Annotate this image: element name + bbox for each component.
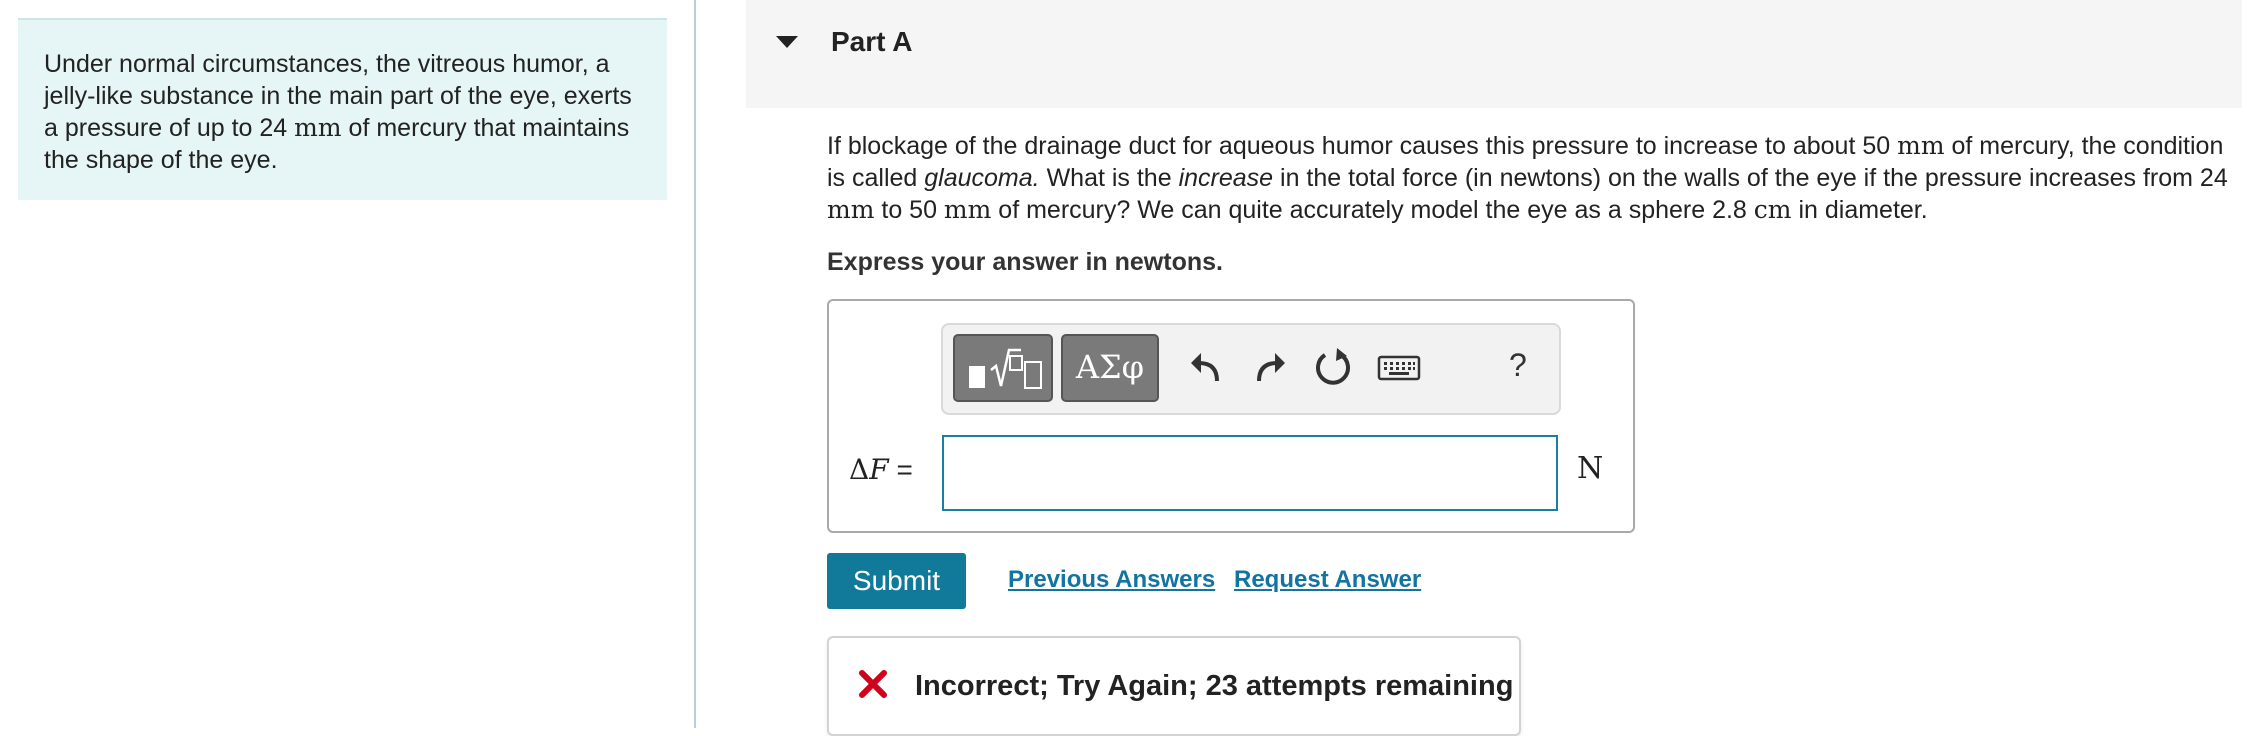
answer-box: ΑΣφ ? ΔF = N xyxy=(827,299,1635,533)
answer-input[interactable] xyxy=(942,435,1558,511)
math-toolbar: ΑΣφ ? xyxy=(941,323,1561,415)
templates-button[interactable] xyxy=(953,334,1053,402)
panel-divider xyxy=(694,0,696,728)
answer-unit: N xyxy=(1577,451,1604,486)
intro-unit: mm xyxy=(294,113,342,142)
reset-icon[interactable] xyxy=(1311,345,1355,389)
redo-icon[interactable] xyxy=(1247,345,1291,389)
feedback-box: Incorrect; Try Again; 23 attempts remain… xyxy=(827,636,1521,736)
question-text: If blockage of the drainage duct for aqu… xyxy=(827,131,2228,224)
keyboard-icon[interactable] xyxy=(1375,345,1423,389)
symbols-button[interactable]: ΑΣφ xyxy=(1061,334,1159,402)
problem-intro: Under normal circumstances, the vitreous… xyxy=(18,18,667,200)
answer-instruction: Express your answer in newtons. xyxy=(827,248,1223,276)
part-header[interactable]: Part A xyxy=(746,0,2242,108)
answer-label: ΔF = xyxy=(849,453,913,486)
previous-answers-link[interactable]: Previous Answers xyxy=(1008,566,1215,594)
submit-button[interactable]: Submit xyxy=(827,553,966,609)
undo-icon[interactable] xyxy=(1185,345,1229,389)
collapse-caret-icon[interactable] xyxy=(776,36,798,48)
help-button[interactable]: ? xyxy=(1509,347,1527,384)
part-title: Part A xyxy=(831,26,913,57)
x-icon xyxy=(859,670,887,698)
feedback-text: Incorrect; Try Again; 23 attempts remain… xyxy=(915,670,1514,702)
request-answer-link[interactable]: Request Answer xyxy=(1234,566,1421,594)
templates-icon xyxy=(969,348,1042,389)
